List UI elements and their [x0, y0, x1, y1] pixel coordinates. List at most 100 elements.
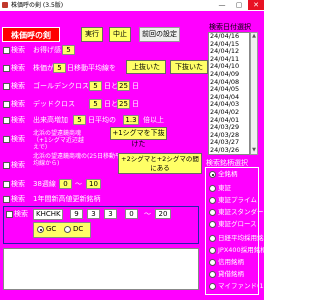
check-label: 検索	[11, 82, 25, 90]
khchk-checkbox[interactable]	[6, 211, 13, 218]
dc-radio-label: DC	[73, 225, 84, 233]
check-label: 検索	[11, 64, 25, 72]
market-radio-label: 信用銘柄	[218, 258, 244, 266]
otoku-label: お得げ感	[33, 46, 61, 54]
gc-short-days[interactable]: 5	[89, 81, 102, 91]
market-radio[interactable]	[209, 271, 216, 278]
prev-settings-button[interactable]: 前回の設定	[139, 27, 180, 42]
ma-label-b: 日移動平均線を	[67, 64, 116, 72]
check-label: 検索	[11, 116, 25, 124]
market-radio-label: 東証スタンダード	[218, 208, 270, 216]
week38-from[interactable]: 0	[59, 179, 72, 189]
gc-radio[interactable]	[37, 226, 44, 233]
dc-checkbox[interactable]	[3, 101, 10, 108]
ma-down-button[interactable]: 下抜いた	[170, 60, 208, 74]
week38-checkbox[interactable]	[3, 181, 10, 188]
bb1-button[interactable]: +1シグマを下抜けた	[110, 127, 167, 148]
app-icon	[2, 2, 8, 8]
market-radio[interactable]	[209, 235, 216, 242]
date-listbox[interactable]: 24/04/16 24/04/15 24/04/12 24/04/11 24/04/10…	[208, 32, 250, 155]
gc-radio-label: GC	[46, 225, 57, 233]
date-list-header: 検索日付選択	[209, 23, 251, 31]
check-label: 検索	[14, 210, 28, 218]
dc-label: デッドクロス	[33, 100, 75, 108]
week38-label: 38週線	[33, 180, 56, 188]
minimize-button[interactable]: —	[214, 0, 230, 10]
khchk-v4[interactable]: 0	[125, 209, 138, 219]
vol-checkbox[interactable]	[3, 117, 10, 124]
check-label: 検索	[11, 100, 25, 108]
market-radio-label: マイファンド(1〜100)	[218, 282, 286, 290]
gc-label-mid: 日と	[104, 82, 118, 90]
bb1-checkbox[interactable]	[3, 136, 10, 143]
result-area[interactable]	[3, 248, 199, 290]
check-label: 検索	[11, 135, 25, 143]
market-radio[interactable]	[209, 171, 216, 178]
gc-label: ゴールデンクロス	[33, 82, 89, 90]
khchk-input[interactable]: KHCHK	[33, 209, 63, 220]
vol-label: 出来高増加	[33, 116, 68, 124]
gc-checkbox[interactable]	[3, 83, 10, 90]
khchk-v1[interactable]: 9	[70, 209, 83, 219]
gc-label-end: 日	[132, 82, 139, 90]
run-button[interactable]: 実行	[81, 27, 103, 42]
vol-ratio[interactable]: 1.3	[123, 115, 139, 125]
week38-sep: 〜	[75, 180, 82, 188]
dc-label-end: 日	[132, 100, 139, 108]
dc-short-days[interactable]: 5	[89, 99, 102, 109]
ma-label-a: 株価が	[33, 64, 54, 72]
maximize-button[interactable]: ▢	[231, 0, 247, 10]
vol-label-end: 倍以上	[143, 116, 164, 124]
market-group: 全銘柄東証東証プライム東証スタンダード 東証グロース日経平均採用銘柄 JPX400採…	[205, 167, 285, 295]
ytd-high-label: 1年間新高値更新銘柄	[33, 195, 101, 203]
bb2-checkbox[interactable]	[3, 162, 10, 169]
khchk-v2[interactable]: 3	[87, 209, 100, 219]
ma-days[interactable]: 5	[53, 63, 66, 73]
check-label: 検索	[11, 195, 25, 203]
market-radio-label: 東証プライム	[218, 196, 257, 204]
market-radio[interactable]	[209, 209, 216, 216]
market-radio-label: 東証	[218, 184, 231, 192]
app-window: 株価呼の剣 (3.5版) — ▢ ✕ 株価呼の剣 実行 中止 前回の設定 検索日…	[0, 0, 285, 300]
market-radio-label: 日経平均採用銘柄	[218, 234, 270, 242]
main-logo-button[interactable]: 株価呼の剣	[2, 27, 60, 42]
market-radio[interactable]	[209, 283, 216, 290]
ytd-high-checkbox[interactable]	[3, 196, 10, 203]
dc-label-mid: 日と	[104, 100, 118, 108]
otoku-checkbox[interactable]	[3, 47, 10, 54]
market-radio[interactable]	[209, 185, 216, 192]
check-label: 検索	[11, 180, 25, 188]
window-title: 株価呼の剣 (3.5版)	[11, 2, 64, 9]
market-radio-label: 貸借銘柄	[218, 270, 244, 278]
khchk-sep: 〜	[144, 210, 151, 218]
dc-radio[interactable]	[64, 226, 71, 233]
vol-days[interactable]: 5	[73, 115, 86, 125]
bb1-label: 北浜の望遠鏡商魂（+1シグマ近辺越えで）	[33, 130, 84, 151]
khchk-v5[interactable]: 20	[155, 209, 171, 219]
market-radio-label: 東証グロース	[218, 220, 257, 228]
market-radio[interactable]	[209, 259, 216, 266]
market-radio[interactable]	[209, 221, 216, 228]
check-label: 検索	[11, 161, 25, 169]
date-list-item[interactable]: 24/03/25	[210, 154, 239, 155]
gc-long-days[interactable]: 25	[117, 81, 130, 91]
market-radio[interactable]	[209, 247, 216, 254]
khchk-v3[interactable]: 3	[104, 209, 117, 219]
stop-button[interactable]: 中止	[109, 27, 131, 42]
scroll-up-icon[interactable]: ▲	[251, 33, 257, 40]
ma-up-button[interactable]: 上抜いた	[126, 60, 166, 74]
check-label: 検索	[11, 46, 25, 54]
market-radio[interactable]	[209, 197, 216, 204]
scroll-down-icon[interactable]: ▼	[251, 147, 257, 154]
date-list-scrollbar[interactable]: ▲ ▼	[250, 32, 258, 155]
week38-to[interactable]: 10	[86, 179, 101, 189]
bb2-label: 北浜の望遠鏡商魂の(25日移動平均線から)	[33, 153, 121, 167]
close-button[interactable]: ✕	[248, 0, 264, 10]
ma-checkbox[interactable]	[3, 65, 10, 72]
dc-long-days[interactable]: 25	[117, 99, 130, 109]
vol-label-mid: 日平均の	[88, 116, 116, 124]
otoku-value[interactable]: 5	[62, 45, 75, 55]
bb2-button[interactable]: +2シグマと+2シグマの間にある	[118, 153, 202, 174]
market-radio-label: 全銘柄	[218, 170, 238, 178]
market-radio-label: JPX400採用銘柄	[218, 246, 267, 254]
